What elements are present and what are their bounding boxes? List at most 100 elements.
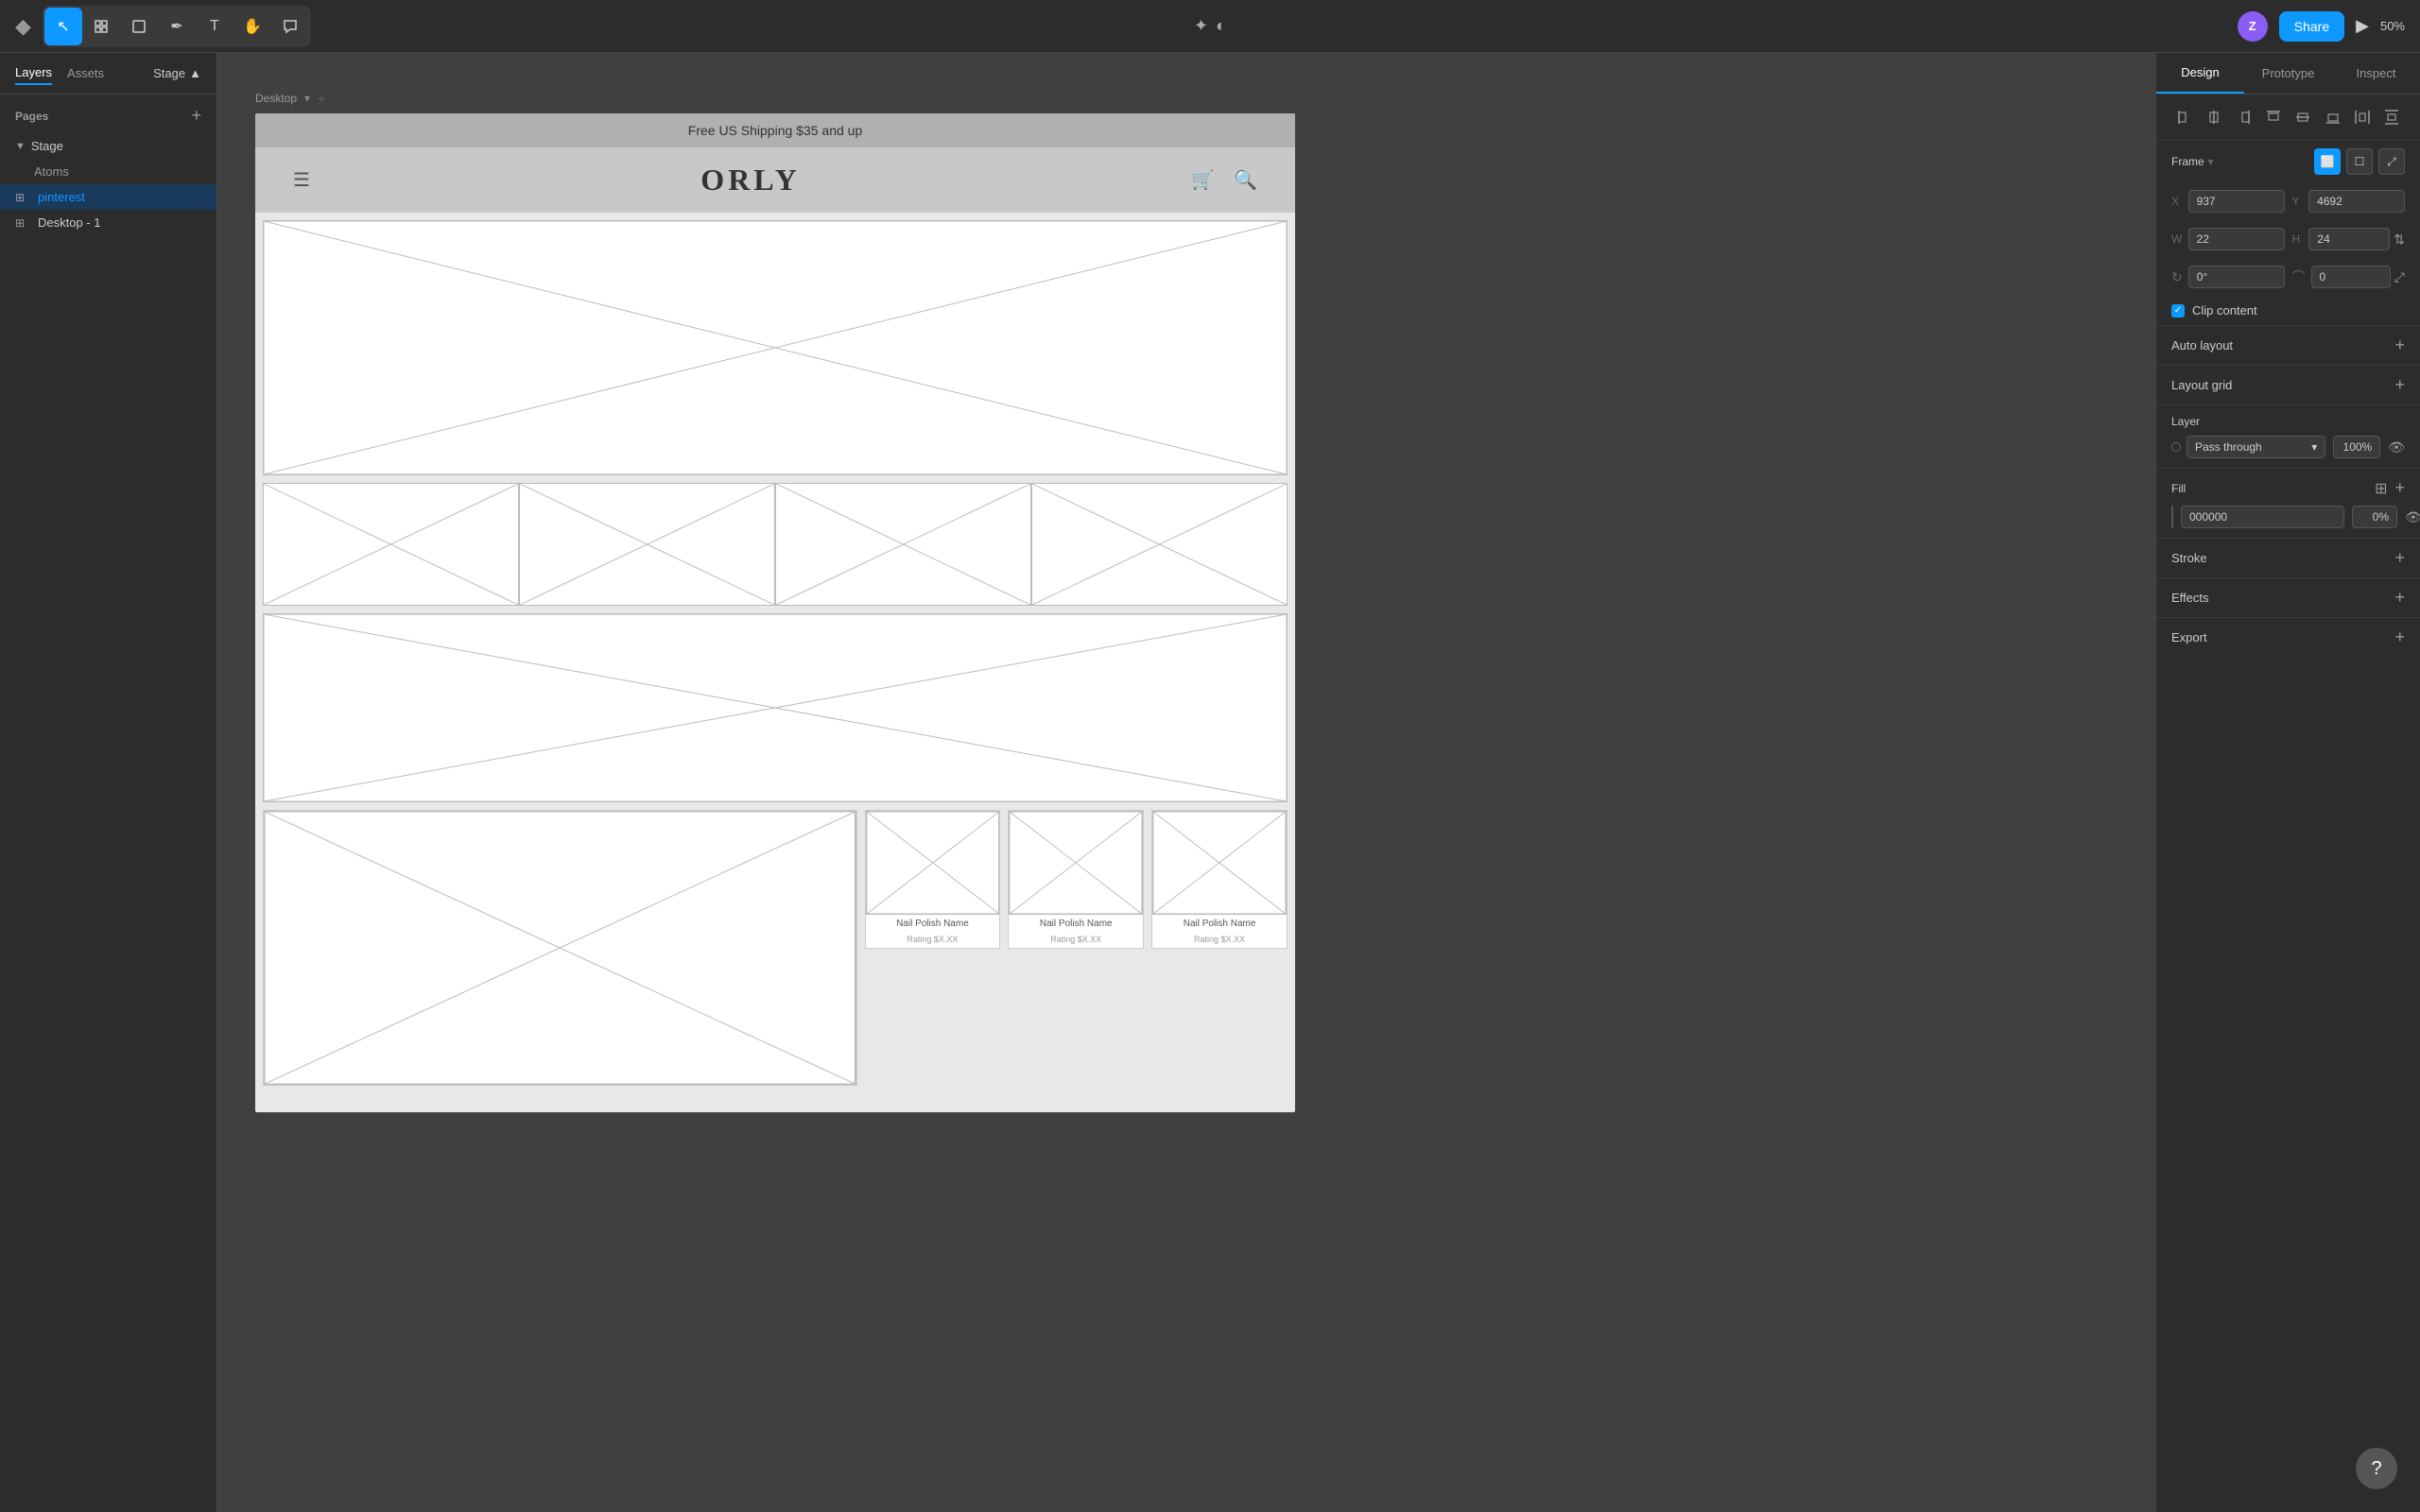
hand-tool-button[interactable]: ✋ [233,8,271,45]
x-input[interactable] [2188,190,2285,213]
stroke-row: Stroke + [2156,539,2420,578]
layer-name-desktop1: Desktop - 1 [38,215,100,230]
page-item-stage[interactable]: ▼ Stage [0,133,216,159]
stroke-add-button[interactable]: + [2394,548,2405,568]
fill-header: Fill ⊞ + [2171,478,2405,498]
align-row [2156,94,2420,141]
rotation-label: ↻ [2171,269,2183,285]
layer-item-desktop1[interactable]: ⊞ Desktop - 1 [0,210,216,235]
fill-section: Fill ⊞ + 👁 − [2156,469,2420,539]
toolbar-center: ✦ ◐ [1194,16,1226,36]
frame-icon: ⊞ [15,191,30,204]
desktop-label: Desktop ▾ + [255,91,2118,106]
y-input[interactable] [2308,190,2405,213]
opacity-input[interactable] [2333,436,2380,458]
tab-layers[interactable]: Layers [15,61,52,85]
rotation-input[interactable] [2188,266,2285,288]
layout-grid-add-button[interactable]: + [2394,375,2405,395]
fill-visibility-icon[interactable]: 👁 [2405,509,2420,525]
right-tab-inspect[interactable]: Inspect [2332,53,2420,94]
w-input[interactable] [2188,228,2285,250]
page-name-atoms: Atoms [15,164,69,179]
desktop-frame-button[interactable]: ⬜ [2314,148,2341,175]
right-tab-prototype[interactable]: Prototype [2244,53,2332,94]
comment-tool-button[interactable] [271,8,309,45]
align-center-v-button[interactable] [2290,104,2316,130]
desktop-close-icon[interactable]: + [318,91,325,106]
layer-section: Layer Pass through ▾ 👁 [2156,405,2420,469]
fill-add-button[interactable]: + [2394,478,2405,498]
distribute-v-button[interactable] [2379,104,2405,130]
layer-visibility-icon[interactable]: 👁 [2388,439,2405,455]
product-card-label-2: Nail Polish Name [1009,915,1143,933]
move-tool-button[interactable]: ↖ [44,8,82,45]
align-left-button[interactable] [2171,104,2197,130]
clip-content-checkbox[interactable]: ✓ [2171,304,2185,318]
grid-item-1 [263,483,519,606]
frame-dropdown-icon[interactable]: ▾ [2208,155,2214,168]
align-bottom-button[interactable] [2320,104,2345,130]
x-field: X [2171,190,2285,213]
banner2-wireframe [263,613,1288,802]
export-add-button[interactable]: + [2394,627,2405,647]
page-name-stage: Stage [31,139,63,153]
align-center-h-button[interactable] [2201,104,2226,130]
align-right-button[interactable] [2231,104,2256,130]
community-icon[interactable]: ✦ [1194,16,1208,36]
frame-row: Frame ▾ ⬜ ☐ ⤢ [2156,141,2420,182]
hamburger-icon[interactable]: ☰ [293,168,310,192]
frame-resize-button[interactable]: ⤢ [2378,148,2405,175]
frame-tool-button[interactable] [82,8,120,45]
tab-stage[interactable]: Stage ▲ [153,66,201,80]
app-logo-icon[interactable]: ◆ [15,14,31,39]
effects-add-button[interactable]: + [2394,588,2405,608]
shape-tool-button[interactable] [120,8,158,45]
fill-color-swatch[interactable] [2171,506,2173,528]
align-top-button[interactable] [2260,104,2286,130]
tab-assets[interactable]: Assets [67,62,104,84]
clip-content-label: Clip content [2192,303,2257,318]
right-tab-design[interactable]: Design [2156,53,2244,94]
clip-content-row: ✓ Clip content [2156,296,2420,326]
chevron-down-icon: ▼ [15,141,26,152]
site-nav: ☰ ORLY 🛒 🔍 [255,147,1295,213]
play-button[interactable]: ▶ [2356,16,2369,36]
featured-wireframe [264,811,856,1085]
fill-hex-input[interactable] [2181,506,2344,528]
pen-tool-button[interactable]: ✒ [158,8,196,45]
layer-item-pinterest[interactable]: ⊞ pinterest [0,184,216,210]
add-page-button[interactable]: + [191,106,201,126]
h-label: H [2292,232,2304,246]
fill-controls: ⊞ + [2375,478,2405,498]
h-input[interactable] [2308,228,2390,250]
help-button[interactable]: ? [2356,1448,2397,1489]
page-item-atoms[interactable]: Atoms [0,159,216,184]
theme-toggle-icon[interactable]: ◐ [1216,16,1226,36]
banner2-section [263,613,1288,802]
zoom-level[interactable]: 50% [2380,19,2405,33]
constrain-proportions-icon[interactable]: ⇅ [2394,232,2405,248]
fill-opacity-input[interactable] [2352,506,2397,528]
auto-layout-add-button[interactable]: + [2394,335,2405,355]
rotation-row: ↻ ⌒ ⤢ [2156,258,2420,296]
cart-icon[interactable]: 🛒 [1191,168,1215,192]
share-button[interactable]: Share [2279,11,2344,42]
text-tool-button[interactable]: T [196,8,233,45]
mobile-frame-button[interactable]: ☐ [2346,148,2373,175]
corner-label: ⌒ [2292,267,2306,286]
right-panel-tabs: Design Prototype Inspect [2156,53,2420,94]
layout-grid-label: Layout grid [2171,378,2232,392]
main-layout: Layers Assets Stage ▲ Pages + ▼ Stage At… [0,53,2420,1512]
expand-corners-icon[interactable]: ⤢ [2394,269,2405,285]
blend-mode-select[interactable]: Pass through ▾ [2187,436,2325,458]
product-card-1: Nail Polish Name Rating $X.XX [865,810,1001,949]
tool-group: ↖ ✒ T ✋ [43,6,311,47]
search-icon[interactable]: 🔍 [1234,168,1257,192]
fill-grid-icon[interactable]: ⊞ [2375,479,2387,498]
corner-input[interactable] [2311,266,2391,288]
export-label: Export [2171,630,2207,644]
canvas[interactable]: Desktop ▾ + Free US Shipping $35 and up … [217,53,2155,1512]
user-avatar[interactable]: Z [2238,11,2268,42]
distribute-h-button[interactable] [2349,104,2375,130]
corner-field: ⌒ ⤢ [2292,266,2406,288]
